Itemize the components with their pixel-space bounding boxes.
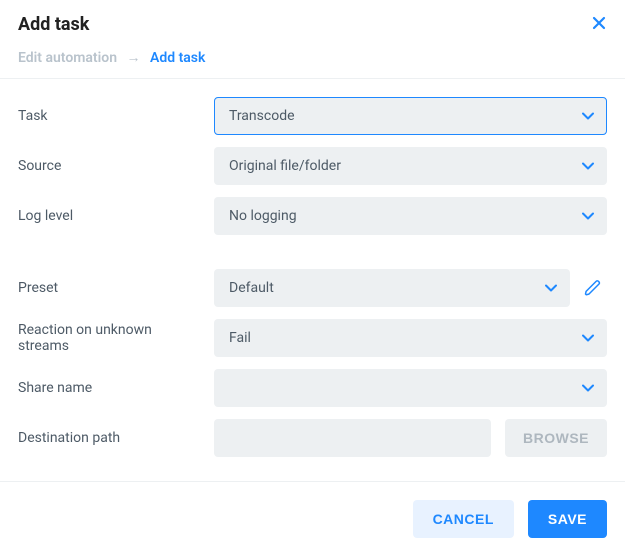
log-level-select-value: No logging (229, 208, 297, 224)
close-icon[interactable] (591, 15, 607, 35)
chevron-down-icon (582, 112, 594, 120)
chevron-down-icon (582, 334, 594, 342)
chevron-down-icon (582, 162, 594, 170)
source-select[interactable]: Original file/folder (214, 147, 607, 185)
reaction-select-value: Fail (229, 330, 251, 346)
task-select-value: Transcode (229, 108, 295, 124)
breadcrumb-prev[interactable]: Edit automation (18, 50, 117, 66)
preset-select-value: Default (229, 280, 274, 296)
destination-path-label: Destination path (18, 430, 214, 446)
browse-button[interactable]: BROWSE (505, 419, 607, 457)
source-label: Source (18, 158, 214, 174)
reaction-select[interactable]: Fail (214, 319, 607, 357)
chevron-right-icon: → (127, 50, 141, 66)
breadcrumb: Edit automation → Add task (18, 49, 607, 66)
log-level-label: Log level (18, 208, 214, 224)
destination-path-input[interactable] (214, 419, 491, 457)
chevron-down-icon (545, 284, 557, 292)
source-select-value: Original file/folder (229, 158, 341, 174)
breadcrumb-current: Add task (150, 50, 205, 66)
task-label: Task (18, 108, 214, 124)
chevron-down-icon (582, 212, 594, 220)
dialog-title: Add task (18, 14, 89, 35)
log-level-select[interactable]: No logging (214, 197, 607, 235)
task-select[interactable]: Transcode (214, 97, 607, 135)
cancel-button[interactable]: CANCEL (413, 500, 514, 538)
save-button[interactable]: SAVE (528, 500, 607, 538)
chevron-down-icon (582, 384, 594, 392)
preset-select[interactable]: Default (214, 269, 570, 307)
share-name-select[interactable] (214, 369, 607, 407)
preset-label: Preset (18, 280, 214, 296)
edit-preset-icon[interactable] (584, 279, 602, 297)
reaction-label: Reaction on unknown streams (18, 322, 214, 354)
share-name-label: Share name (18, 380, 214, 396)
